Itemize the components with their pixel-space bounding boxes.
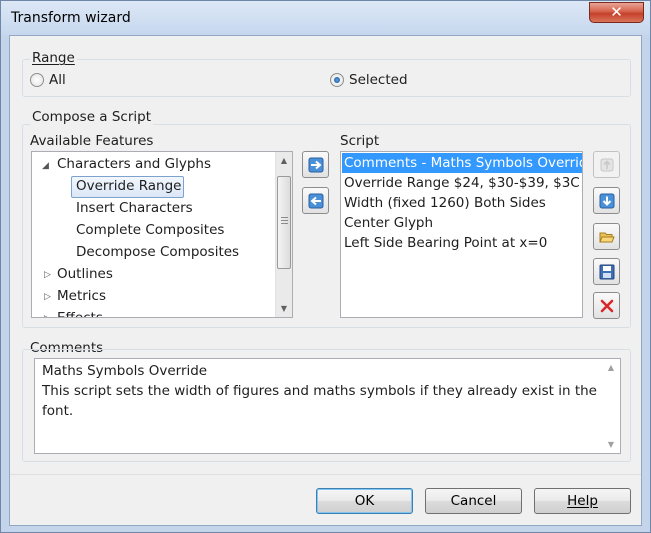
expanded-arrow-icon[interactable]: ◢ [42, 161, 49, 171]
scroll-down-icon[interactable]: ▼ [276, 300, 292, 317]
help-button[interactable]: Help [534, 488, 631, 514]
script-list[interactable]: Comments - Maths Symbols Override Overri… [340, 151, 583, 318]
move-up-button[interactable] [593, 151, 620, 178]
range-group-label: Range [30, 50, 77, 66]
collapsed-arrow-icon[interactable]: ▷ [44, 292, 51, 302]
tree-item-complete-composites[interactable]: Complete Composites [76, 220, 224, 240]
available-features-tree[interactable]: ◢ Characters and Glyphs Override Range I… [31, 151, 293, 318]
tree-item-decompose-composites[interactable]: Decompose Composites [76, 242, 239, 262]
ok-button[interactable]: OK [316, 488, 413, 514]
arrow-right-icon [308, 157, 324, 173]
scroll-down-icon[interactable]: ▼ [603, 436, 619, 453]
range-all-label[interactable]: All [49, 72, 66, 88]
range-selected-radio[interactable] [330, 73, 344, 87]
scroll-thumb[interactable] [277, 176, 291, 269]
script-item-center-glyph[interactable]: Center Glyph [344, 213, 433, 233]
button-bar: OK Cancel Help [10, 474, 641, 525]
comments-textarea[interactable]: Maths Symbols Override This script sets … [34, 358, 621, 454]
add-to-script-button[interactable] [302, 151, 329, 178]
script-item-width[interactable]: Width (fixed 1260) Both Sides [344, 193, 546, 213]
range-group [22, 59, 631, 97]
window-title: Transform wizard [11, 10, 131, 26]
tree-item-outlines[interactable]: Outlines [57, 264, 113, 284]
close-button[interactable]: ✕ [589, 2, 644, 23]
script-item-override-range[interactable]: Override Range $24, $30-$39, $3C-$3E [344, 173, 580, 193]
arrow-down-icon [599, 193, 615, 209]
compose-group-label: Compose a Script [30, 109, 154, 125]
tree-item-metrics[interactable]: Metrics [57, 286, 106, 306]
tree-item-effects[interactable]: Effects [57, 308, 103, 317]
title-bar: Transform wizard ✕ [1, 1, 650, 35]
comments-line-1: Maths Symbols Override [42, 363, 208, 379]
tree-item-override-range[interactable]: Override Range [76, 176, 182, 196]
range-selected-label[interactable]: Selected [349, 72, 408, 88]
delete-x-icon [600, 299, 614, 313]
cancel-button[interactable]: Cancel [425, 488, 522, 514]
comments-vertical-scrollbar[interactable]: ▲ ▼ [603, 359, 620, 453]
save-disk-icon [599, 264, 615, 280]
open-script-button[interactable] [593, 223, 620, 250]
script-item-left-side-bearing[interactable]: Left Side Bearing Point at x=0 [344, 233, 547, 253]
folder-open-icon [599, 232, 615, 243]
move-down-button[interactable] [593, 187, 620, 214]
scroll-up-icon[interactable]: ▲ [276, 152, 292, 169]
available-features-label: Available Features [30, 133, 154, 149]
range-all-radio[interactable] [30, 73, 44, 87]
remove-from-script-button[interactable] [302, 187, 329, 214]
help-button-label: Help [567, 493, 598, 509]
arrow-left-icon [308, 193, 324, 209]
comments-line-2: This script sets the width of figures an… [42, 383, 597, 399]
tree-vertical-scrollbar[interactable]: ▲ ▼ [275, 152, 292, 317]
comments-line-3: font. [42, 403, 74, 419]
scroll-up-icon[interactable]: ▲ [603, 359, 619, 376]
transform-wizard-window: Transform wizard ✕ Range All Selected Co… [0, 0, 651, 533]
save-script-button[interactable] [593, 258, 620, 285]
script-label: Script [340, 133, 380, 149]
collapsed-arrow-icon[interactable]: ▷ [44, 314, 51, 317]
tree-item-insert-characters[interactable]: Insert Characters [76, 198, 193, 218]
arrow-up-icon [600, 158, 614, 172]
script-item-comments[interactable]: Comments - Maths Symbols Override [342, 153, 582, 173]
dialog-body: Range All Selected Compose a Script Avai… [9, 35, 642, 526]
delete-script-item-button[interactable] [593, 292, 620, 319]
tree-item-characters-glyphs[interactable]: Characters and Glyphs [57, 154, 211, 174]
collapsed-arrow-icon[interactable]: ▷ [44, 270, 51, 280]
